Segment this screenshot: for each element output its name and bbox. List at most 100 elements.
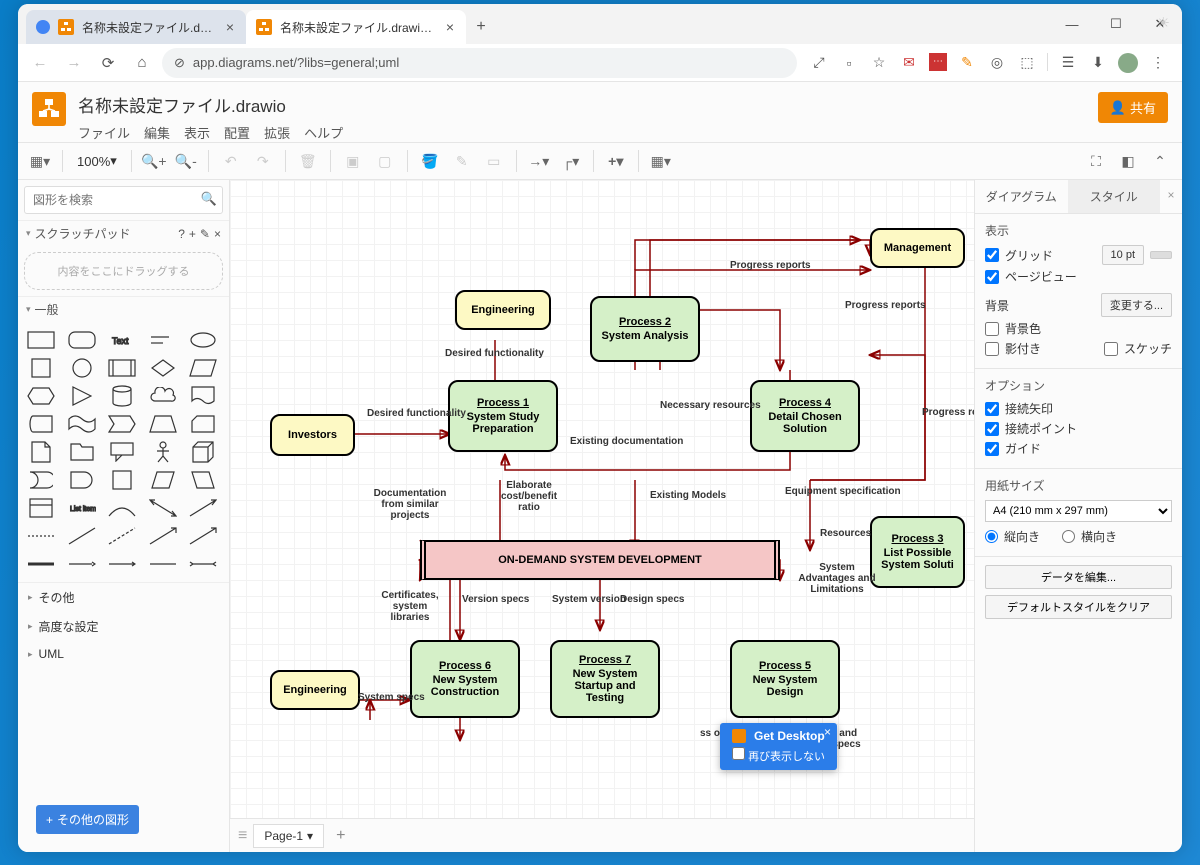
edit-data-button[interactable]: データを編集... [985, 565, 1172, 589]
cat-advanced[interactable]: ▸高度な設定 [18, 612, 229, 641]
delete-button[interactable]: 🗑 [294, 147, 322, 175]
shape-cylinder[interactable] [105, 384, 139, 408]
zoom-out-button[interactable]: 🔍- [172, 147, 200, 175]
edit-icon[interactable]: ✎ [200, 227, 210, 241]
pen-icon[interactable]: ✎ [957, 53, 977, 73]
shadow-button[interactable]: ▭ [480, 147, 508, 175]
view-button[interactable]: ▦▾ [26, 147, 54, 175]
shape-circle[interactable] [65, 356, 99, 380]
tab-active[interactable]: 名称未設定ファイル.drawio - dra... × [246, 10, 466, 44]
pageview-checkbox[interactable] [985, 270, 999, 284]
panel-close-icon[interactable]: × [1160, 180, 1182, 213]
popup-close-icon[interactable]: × [824, 725, 831, 739]
grid-color[interactable] [1150, 251, 1172, 259]
popup-title[interactable]: Get Desktop [754, 729, 825, 743]
shadow-checkbox[interactable] [985, 342, 999, 356]
shape-note[interactable] [24, 440, 58, 464]
close-icon[interactable]: × [444, 19, 456, 35]
shape-step[interactable] [105, 412, 139, 436]
search-icon[interactable]: 🔍 [201, 191, 217, 207]
shape-rect[interactable] [24, 328, 58, 352]
help-icon[interactable]: ? [178, 227, 185, 241]
shape-square[interactable] [24, 356, 58, 380]
node-process-3[interactable]: Process 3List Possible System Soluti [870, 516, 965, 588]
shape-card[interactable] [186, 412, 220, 436]
menu-icon[interactable]: ⋮ [1148, 53, 1168, 73]
shape-line[interactable] [65, 524, 99, 548]
shape-document[interactable] [186, 384, 220, 408]
node-engineering-2[interactable]: Engineering [270, 670, 360, 710]
tab-inactive[interactable]: 名称未設定ファイル.drawio - dra... × [26, 10, 246, 44]
node-process-2[interactable]: Process 2System Analysis [590, 296, 700, 362]
forward-button[interactable]: → [60, 49, 88, 77]
install-app-icon[interactable]: ⤢ [809, 53, 829, 73]
theme-icon[interactable]: ☀ [1157, 14, 1170, 32]
shape-actor[interactable] [146, 440, 180, 464]
format-button[interactable]: ◧ [1114, 147, 1142, 175]
shape-link4[interactable] [186, 552, 220, 576]
line-button[interactable]: ✎ [448, 147, 476, 175]
cpoint-checkbox[interactable] [985, 422, 999, 436]
menu-arrange[interactable]: 配置 [224, 123, 250, 142]
shape-thick[interactable] [24, 552, 58, 576]
shape-and[interactable] [65, 468, 99, 492]
general-header[interactable]: ▾一般 [18, 296, 229, 322]
shape-callout[interactable] [105, 440, 139, 464]
landscape-radio[interactable] [1062, 530, 1075, 543]
maximize-button[interactable]: ☐ [1094, 4, 1138, 44]
shape-triangle[interactable] [65, 384, 99, 408]
shape-link3[interactable] [146, 552, 180, 576]
reload-button[interactable]: ⟳ [94, 49, 122, 77]
table-button[interactable]: ▦▾ [647, 147, 675, 175]
undo-button[interactable]: ↶ [217, 147, 245, 175]
menu-help[interactable]: ヘルプ [304, 123, 343, 142]
node-process-6[interactable]: Process 6New System Construction [410, 640, 520, 718]
change-bg-button[interactable]: 変更する... [1101, 293, 1172, 317]
shape-data[interactable] [146, 468, 180, 492]
share-button[interactable]: 👤共有 [1098, 92, 1168, 123]
shape-tape[interactable] [65, 412, 99, 436]
shape-cube[interactable] [186, 440, 220, 464]
node-management[interactable]: Management [870, 228, 965, 268]
node-process-7[interactable]: Process 7New System Startup and Testing [550, 640, 660, 718]
guide-checkbox[interactable] [985, 442, 999, 456]
fullscreen-button[interactable]: ⛶ [1082, 147, 1110, 175]
zoom-in-button[interactable]: 🔍+ [140, 147, 168, 175]
node-engineering-1[interactable]: Engineering [455, 290, 551, 330]
back-button-z[interactable]: ▢ [371, 147, 399, 175]
download-icon[interactable]: ⬇ [1088, 53, 1108, 73]
shape-hexagon[interactable] [24, 384, 58, 408]
fill-button[interactable]: 🪣 [416, 147, 444, 175]
menu-extras[interactable]: 拡張 [264, 123, 290, 142]
canvas[interactable]: Investors Engineering Management Enginee… [230, 180, 974, 818]
drawio-logo[interactable] [32, 92, 66, 126]
home-button[interactable]: ⌂ [128, 49, 156, 77]
shape-container[interactable] [105, 468, 139, 492]
shape-list[interactable] [24, 496, 58, 520]
shape-diamond[interactable] [146, 356, 180, 380]
mail-icon[interactable]: ✉ [899, 53, 919, 73]
shape-or[interactable] [24, 468, 58, 492]
shape-cloud[interactable] [146, 384, 180, 408]
page-tab[interactable]: Page-1▾ [253, 824, 324, 848]
extension-icon[interactable]: ▫ [839, 53, 859, 73]
shape-arrow-bi[interactable] [146, 496, 180, 520]
avatar[interactable] [1118, 53, 1138, 73]
shape-process[interactable] [105, 356, 139, 380]
waypoint-button[interactable]: ┌▾ [557, 147, 585, 175]
url-field[interactable]: ⊘ app.diagrams.net/?libs=general;uml [162, 48, 797, 78]
close-icon[interactable]: × [224, 19, 236, 35]
shape-text[interactable]: Text [105, 328, 139, 352]
shape-storage[interactable] [24, 412, 58, 436]
shape-list-item[interactable]: List item [65, 496, 99, 520]
more-shapes-button[interactable]: + その他の図形 [36, 805, 139, 834]
bookmark-icon[interactable]: ☆ [869, 53, 889, 73]
node-process-5[interactable]: Process 5New System Design [730, 640, 840, 718]
bgcolor-checkbox[interactable] [985, 322, 999, 336]
cat-uml[interactable]: ▸UML [18, 641, 229, 667]
add-icon[interactable]: + [189, 227, 196, 241]
menu-view[interactable]: 表示 [184, 123, 210, 142]
shape-rrect[interactable] [65, 328, 99, 352]
site-info-icon[interactable]: ⊘ [174, 55, 185, 71]
clear-style-button[interactable]: デフォルトスタイルをクリア [985, 595, 1172, 619]
